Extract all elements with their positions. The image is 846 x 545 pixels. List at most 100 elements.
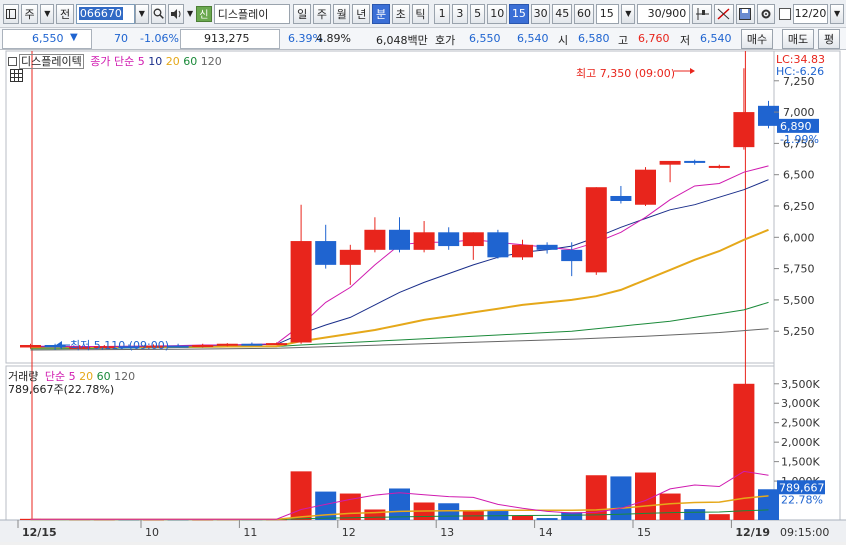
time-label: 09:15:00 xyxy=(780,526,829,539)
current-price-pct: -1.99% xyxy=(780,133,819,146)
candle-body xyxy=(315,241,337,265)
search-icon[interactable] xyxy=(150,3,167,24)
volume-tick-label: 3,500K xyxy=(781,378,820,391)
date-checkbox[interactable] xyxy=(779,7,791,20)
chart-area[interactable]: 7,250 7,000 6,750 6,500 6,250 6,000 5,750 5,500… xyxy=(0,50,846,542)
grid-toggle-icon[interactable] xyxy=(10,69,23,85)
volume-current-label: 789,667주(22.78%) xyxy=(8,383,115,396)
direction-down-icon: ▼ xyxy=(70,32,78,43)
candle-body xyxy=(585,187,607,273)
ma20-label: 20 xyxy=(165,55,180,68)
trade-amount: 6,048백만 xyxy=(376,34,428,47)
interval-button-15[interactable]: 15 xyxy=(509,3,529,24)
draw-tool-icon[interactable] xyxy=(713,3,734,24)
candle-body xyxy=(290,241,312,343)
candle-body xyxy=(241,343,263,346)
candle-body xyxy=(364,229,386,250)
toolbar: 주 ▼ 전 066670 ▼ ▼ 신 디스플레이 일 주 월 년 분 초 틱 1… xyxy=(0,0,846,28)
ma10-label: 10 xyxy=(148,55,163,68)
candle-body xyxy=(659,160,681,165)
evaluate-button[interactable]: 평 xyxy=(818,29,840,49)
volume-bar xyxy=(684,509,706,520)
price-tick-label: 7,000 xyxy=(783,106,815,119)
period-tick-button[interactable]: 틱 xyxy=(411,3,430,24)
period-day-button[interactable]: 일 xyxy=(293,3,312,24)
ma-label: 종가 단순 xyxy=(90,55,135,68)
interval-button-3[interactable]: 3 xyxy=(451,3,468,24)
period-year-button[interactable]: 년 xyxy=(352,3,371,24)
x-tick-label: 13 xyxy=(440,526,454,539)
gear-icon[interactable] xyxy=(757,3,776,24)
price-tick-label: 6,000 xyxy=(783,231,815,244)
candlestick-chart[interactable]: 7,2507,0006,7506,5006,2506,0005,7505,500… xyxy=(0,50,846,542)
period-month-button[interactable]: 월 xyxy=(332,3,351,24)
interval-input[interactable]: 15 xyxy=(595,3,620,24)
calendar-icon[interactable]: ▼ xyxy=(830,3,844,24)
candle-body xyxy=(536,244,558,250)
price-tick-label: 6,250 xyxy=(783,200,815,213)
candle-body xyxy=(413,232,435,250)
price-panel-title: 디스플레이텍 xyxy=(19,54,84,69)
date-input[interactable]: 12/20 xyxy=(792,3,829,24)
volume-bar xyxy=(585,475,607,520)
candle-body xyxy=(684,160,706,163)
candle-body xyxy=(20,344,41,348)
interval-button-10[interactable]: 10 xyxy=(487,3,508,24)
interval-button-30[interactable]: 30 xyxy=(530,3,551,24)
type-select[interactable]: 주 xyxy=(20,3,39,24)
volume-bar xyxy=(339,493,361,520)
candle-body xyxy=(167,345,189,348)
chevron-down-icon[interactable]: ▼ xyxy=(40,3,55,24)
buy-button[interactable]: 매수 xyxy=(741,29,773,49)
x-tick-label: 14 xyxy=(539,526,553,539)
interval-button-5[interactable]: 5 xyxy=(469,3,486,24)
panel-menu-icon[interactable] xyxy=(8,57,17,66)
chevron-down-icon[interactable]: ▼ xyxy=(186,4,194,24)
x-axis-bar xyxy=(0,520,846,542)
volume-bar xyxy=(364,509,386,520)
low-annotation: 최저 5,110 (09:00) xyxy=(70,339,170,352)
volume-value: 913,275 xyxy=(204,32,250,45)
low-price: 6,540 xyxy=(700,32,732,45)
quote-bar: 6,550 ▼ 70 -1.06% 913,275 6.39% 4.89% 6,… xyxy=(0,28,846,50)
stock-name-field: 디스플레이 xyxy=(213,3,291,24)
stock-code-input[interactable]: 066670 xyxy=(75,3,135,24)
interval-button-60[interactable]: 60 xyxy=(574,3,594,24)
interval-button-45[interactable]: 45 xyxy=(552,3,573,24)
open-price: 6,580 xyxy=(578,32,610,45)
chevron-down-icon[interactable]: ▼ xyxy=(134,3,149,24)
low-label: 저 xyxy=(680,34,691,47)
candle-body xyxy=(339,249,361,265)
candle-body xyxy=(635,169,656,205)
period-minute-button[interactable]: 분 xyxy=(372,3,390,24)
volume-bar xyxy=(512,515,533,520)
candle-body xyxy=(216,343,238,346)
panel-icon[interactable] xyxy=(3,3,19,24)
change-value: 70 xyxy=(114,32,128,45)
price-tick-label: 5,250 xyxy=(783,325,815,338)
hc-label: HC:-6.26 xyxy=(776,65,825,78)
high-label: 고 xyxy=(618,34,629,47)
price-legend: 디스플레이텍 종가 단순 5 10 20 60 120 xyxy=(8,53,222,69)
period-week-button[interactable]: 주 xyxy=(313,3,331,24)
crosshair-icon[interactable] xyxy=(692,3,712,24)
chevron-down-icon[interactable]: ▼ xyxy=(621,3,636,24)
save-icon[interactable] xyxy=(735,3,756,24)
candle-body xyxy=(733,112,755,148)
candle-body xyxy=(708,165,730,168)
period-second-button[interactable]: 초 xyxy=(391,3,410,24)
price-tick-label: 5,750 xyxy=(783,263,815,276)
price-tick-label: 6,500 xyxy=(783,169,815,182)
x-tick-label: 12/19 xyxy=(735,526,770,539)
prev-button[interactable]: 전 xyxy=(56,3,74,24)
volume-bar xyxy=(438,503,460,520)
volume-tick-label: 3,000K xyxy=(781,397,820,410)
x-tick-label: 12/15 xyxy=(22,526,57,539)
candle-body xyxy=(610,195,632,201)
speaker-icon[interactable] xyxy=(168,3,185,24)
high-price: 6,760 xyxy=(638,32,670,45)
sell-button[interactable]: 매도 xyxy=(782,29,814,49)
count-input[interactable]: 30/900 xyxy=(637,3,691,24)
stock-code-value: 066670 xyxy=(78,7,123,20)
interval-button-1[interactable]: 1 xyxy=(434,3,450,24)
